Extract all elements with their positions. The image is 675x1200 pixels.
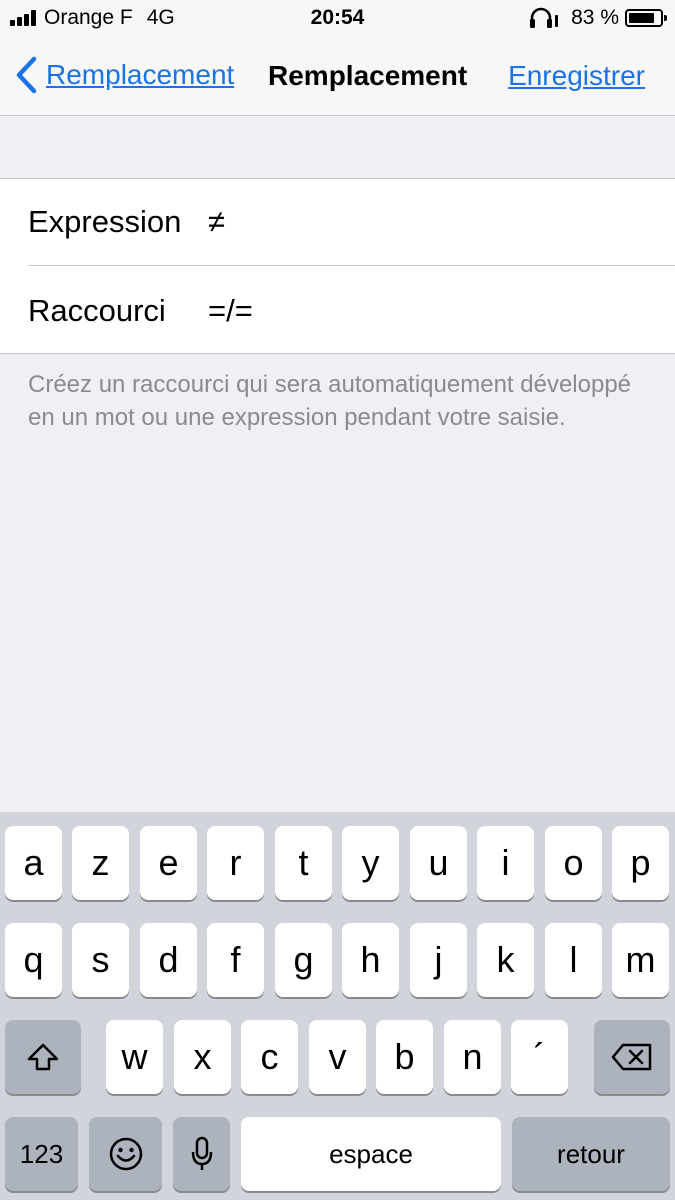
key-x[interactable]: x	[174, 1020, 231, 1094]
battery-fill	[629, 13, 654, 23]
key-b[interactable]: b	[376, 1020, 433, 1094]
key-a[interactable]: a	[5, 826, 62, 900]
back-button[interactable]: Remplacement	[14, 56, 234, 94]
numbers-key[interactable]: 123	[5, 1117, 78, 1191]
status-right: 83 %	[529, 6, 667, 30]
save-button[interactable]: Enregistrer	[508, 60, 645, 92]
battery-icon	[625, 9, 667, 27]
microphone-icon	[191, 1136, 212, 1170]
key-t[interactable]: t	[275, 826, 332, 900]
key-u[interactable]: u	[410, 826, 467, 900]
emoji-icon	[109, 1137, 142, 1171]
key-v[interactable]: v	[309, 1020, 366, 1094]
return-key[interactable]: retour	[512, 1117, 670, 1191]
battery-percentage: 83 %	[571, 6, 619, 29]
key-d[interactable]: d	[140, 923, 197, 997]
navigation-bar: Remplacement Remplacement Enregistrer	[0, 38, 675, 116]
space-key[interactable]: espace	[241, 1117, 501, 1191]
key-j[interactable]: j	[410, 923, 467, 997]
key-y[interactable]: y	[342, 826, 399, 900]
page-title: Remplacement	[268, 60, 468, 91]
key-o[interactable]: o	[545, 826, 602, 900]
key-k[interactable]: k	[477, 923, 534, 997]
help-text: Créez un raccourci qui sera automatiquem…	[28, 371, 632, 431]
form-group: Expression Raccourci	[0, 178, 675, 354]
delete-key[interactable]	[594, 1020, 670, 1094]
chevron-left-icon	[16, 56, 37, 94]
shift-icon	[27, 1043, 59, 1071]
key-i[interactable]: i	[477, 826, 534, 900]
key-c[interactable]: c	[241, 1020, 298, 1094]
delete-icon	[611, 1043, 652, 1071]
key-w[interactable]: w	[106, 1020, 163, 1094]
shift-key[interactable]	[5, 1020, 81, 1094]
key-q[interactable]: q	[5, 923, 62, 997]
shortcut-row: Raccourci	[28, 267, 675, 354]
key-n[interactable]: n	[444, 1020, 501, 1094]
shortcut-input[interactable]	[208, 292, 675, 329]
key-e[interactable]: e	[140, 826, 197, 900]
keyboard: a z e r t y u i o p q s d f g h j k l m …	[0, 812, 675, 1200]
key-m[interactable]: m	[612, 923, 669, 997]
dictation-key[interactable]	[173, 1117, 230, 1191]
key-z[interactable]: z	[72, 826, 129, 900]
back-label: Remplacement	[46, 59, 235, 90]
shortcut-label: Raccourci	[28, 292, 166, 328]
expression-label: Expression	[28, 204, 182, 239]
key-l[interactable]: l	[545, 923, 602, 997]
expression-row: Expression	[28, 179, 675, 266]
key-g[interactable]: g	[275, 923, 332, 997]
expression-input[interactable]	[208, 204, 675, 240]
status-bar: Orange F 4G 20:54 83 %	[0, 0, 675, 38]
key-r[interactable]: r	[207, 826, 264, 900]
key-s[interactable]: s	[72, 923, 129, 997]
key-f[interactable]: f	[207, 923, 264, 997]
emoji-key[interactable]	[89, 1117, 162, 1191]
key-p[interactable]: p	[612, 826, 669, 900]
key-accent[interactable]: ´	[511, 1020, 568, 1094]
headphones-icon	[530, 7, 559, 28]
key-h[interactable]: h	[342, 923, 399, 997]
battery-cap	[664, 15, 667, 21]
